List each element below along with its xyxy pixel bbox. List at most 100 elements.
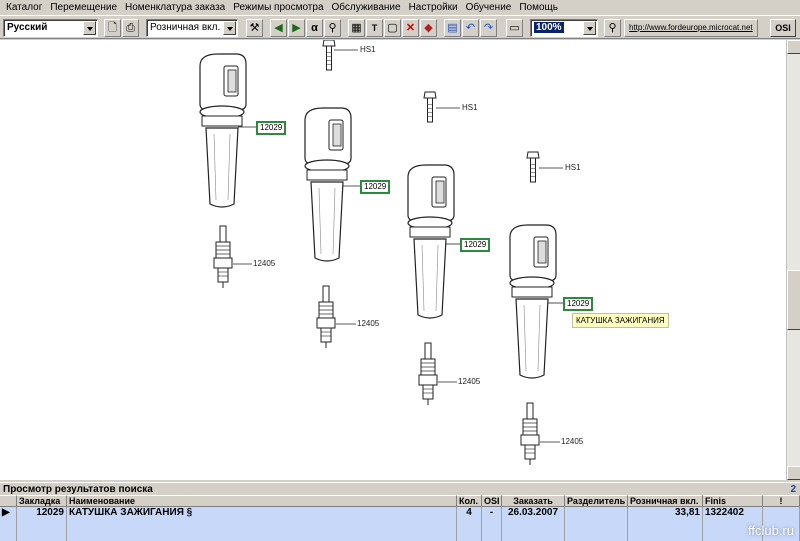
results-header: Закладка Наименование Кол. OSI Заказать …: [0, 495, 800, 507]
preview-button[interactable]: 🗋: [104, 19, 121, 37]
ignition-coil-3: [407, 164, 455, 319]
printer-icon: ⎙: [126, 21, 135, 34]
bolt-3: [526, 151, 540, 183]
search-button[interactable]: ⚲: [324, 19, 341, 37]
col-finis[interactable]: Finis: [703, 495, 763, 507]
window-button[interactable]: ▢: [384, 19, 401, 37]
menu-settings[interactable]: Настройки: [405, 0, 462, 15]
col-bookmark[interactable]: Закладка: [17, 495, 67, 507]
table-row[interactable]: ▶ 12029 КАТУШКА ЗАЖИГАНИЯ § 4 - 26.03.20…: [0, 507, 800, 541]
scroll-up-button[interactable]: [787, 40, 800, 54]
col-name[interactable]: Наименование: [67, 495, 457, 507]
alpha-search-button[interactable]: α: [306, 19, 323, 37]
results-title-bar: Просмотр результатов поиска 2: [0, 482, 800, 495]
tools-button[interactable]: ⚒: [246, 19, 263, 37]
cell-bookmark: 12029: [17, 507, 67, 541]
col-qty[interactable]: Кол.: [457, 495, 482, 507]
zoom-select[interactable]: 100%: [530, 19, 598, 37]
callout-coil-2[interactable]: 12029: [360, 180, 391, 194]
search-icon: ⚲: [328, 21, 337, 34]
grid-button[interactable]: ▦: [348, 19, 365, 37]
col-separator[interactable]: Разделитель: [565, 495, 628, 507]
bolt-1: [322, 40, 336, 71]
callout-plug-1[interactable]: 12405: [253, 259, 275, 269]
grid-icon: ▦: [351, 21, 362, 34]
col-order[interactable]: Заказать: [502, 495, 565, 507]
fit-icon: ▭: [509, 21, 520, 34]
menu-navigation[interactable]: Перемещение: [46, 0, 121, 15]
col-flag[interactable]: !: [763, 495, 800, 507]
callout-bolt-1[interactable]: HS1: [360, 45, 376, 55]
page-icon: 🗋: [108, 21, 117, 34]
back-button[interactable]: ◀: [270, 19, 287, 37]
scroll-down-button[interactable]: [787, 466, 800, 480]
text-icon: T: [371, 22, 378, 33]
window-icon: ▢: [387, 21, 398, 34]
menu-training[interactable]: Обучение: [462, 0, 516, 15]
vertical-scrollbar[interactable]: [786, 40, 800, 480]
cell-qty: 4: [457, 507, 482, 541]
redo-button[interactable]: ↷: [480, 19, 497, 37]
grid-settings-button[interactable]: ▤: [444, 19, 461, 37]
menu-view-modes[interactable]: Режимы просмотра: [229, 0, 327, 15]
diagram-illustration: [199, 40, 563, 466]
menu-catalog[interactable]: Каталог: [2, 0, 46, 15]
bookmark-button[interactable]: ◆: [420, 19, 437, 37]
callout-coil-1[interactable]: 12029: [256, 121, 287, 135]
menu-service[interactable]: Обслуживание: [328, 0, 405, 15]
bolt-2: [423, 91, 437, 123]
language-select[interactable]: Русский: [3, 19, 98, 37]
callout-bolt-3[interactable]: HS1: [565, 163, 581, 173]
undo-button[interactable]: ↶: [462, 19, 479, 37]
forward-button[interactable]: ▶: [288, 19, 305, 37]
alpha-icon: α: [311, 21, 318, 34]
scroll-thumb[interactable]: [787, 270, 800, 330]
parts-diagram[interactable]: 12029 12029 12029 12029 12405 12405 1240…: [0, 40, 786, 480]
osi-button[interactable]: OSI: [770, 19, 796, 37]
tools-icon: ⚒: [249, 21, 260, 34]
cell-name: КАТУШКА ЗАЖИГАНИЯ §: [67, 507, 457, 541]
callout-plug-2[interactable]: 12405: [357, 319, 379, 329]
spark-plug-3: [418, 342, 438, 406]
col-osi[interactable]: OSI: [482, 495, 502, 507]
website-link[interactable]: http://www.fordeurope.microcat.net: [624, 19, 758, 37]
chevron-down-icon[interactable]: [83, 21, 96, 35]
chevron-down-icon[interactable]: [223, 21, 236, 35]
price-mode-value: Розничная вкл.: [150, 22, 221, 33]
print-button[interactable]: ⎙: [122, 19, 139, 37]
magnifier-icon: ⚲: [608, 21, 617, 34]
select-all-checkbox[interactable]: [0, 495, 17, 507]
row-selector-icon[interactable]: ▶: [0, 507, 17, 541]
col-price[interactable]: Розничная вкл.: [628, 495, 703, 507]
menu-bar: Каталог Перемещение Номенклатура заказа …: [0, 0, 800, 15]
spark-plug-1: [213, 225, 233, 289]
language-value: Русский: [7, 22, 48, 33]
menu-order-list[interactable]: Номенклатура заказа: [121, 0, 229, 15]
close-icon: ✕: [405, 21, 416, 34]
ignition-coil-1: [199, 53, 247, 208]
cell-osi: -: [482, 507, 502, 541]
callout-plug-3[interactable]: 12405: [458, 377, 480, 387]
callout-bolt-2[interactable]: HS1: [462, 103, 478, 113]
callout-plug-4[interactable]: 12405: [561, 437, 583, 447]
cell-order: 26.03.2007: [502, 507, 565, 541]
arrow-left-icon: ◀: [274, 21, 283, 34]
arrow-right-icon: ▶: [292, 21, 301, 34]
redo-icon: ↷: [483, 21, 494, 34]
fit-button[interactable]: ▭: [506, 19, 523, 37]
chevron-down-icon[interactable]: [583, 21, 596, 35]
book-icon: ◆: [424, 21, 433, 34]
watermark: ffclub.ru: [747, 523, 794, 538]
zoom-value: 100%: [534, 22, 564, 33]
callout-coil-3[interactable]: 12029: [460, 238, 491, 252]
menu-help[interactable]: Помощь: [515, 0, 562, 15]
undo-icon: ↶: [465, 21, 476, 34]
delete-button[interactable]: ✕: [402, 19, 419, 37]
text-button[interactable]: T: [366, 19, 383, 37]
zoom-button[interactable]: ⚲: [604, 19, 621, 37]
callout-coil-4[interactable]: 12029: [563, 297, 594, 311]
spark-plug-2: [316, 285, 336, 349]
spark-plug-4: [520, 402, 540, 466]
price-mode-select[interactable]: Розничная вкл.: [146, 19, 238, 37]
cell-separator: [565, 507, 628, 541]
